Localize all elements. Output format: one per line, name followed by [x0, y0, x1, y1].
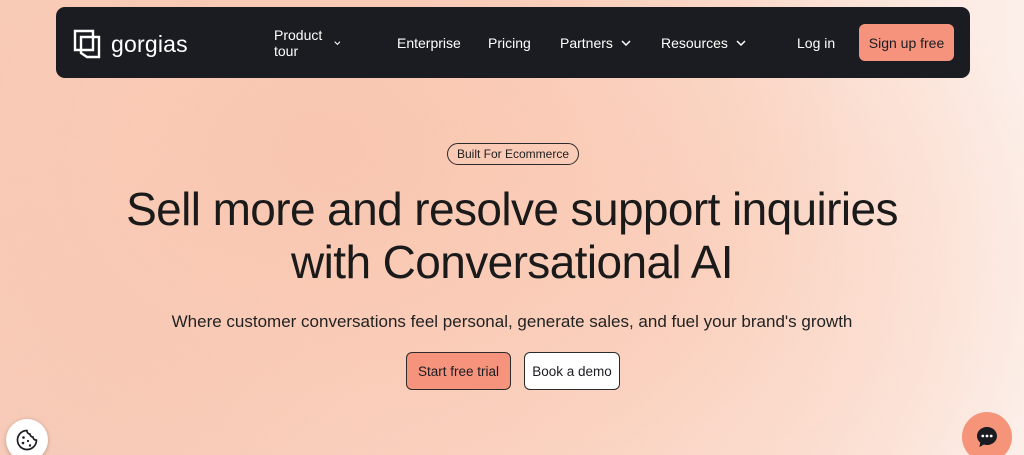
chat-launcher-button[interactable]	[962, 412, 1012, 455]
hero-badge: Built For Ecommerce	[447, 143, 579, 165]
brand-logo[interactable]: gorgias	[73, 29, 188, 59]
nav-item-label: Product tour	[274, 26, 323, 59]
nav-item-label: Partners	[560, 34, 613, 51]
gorgias-logo-icon	[73, 29, 101, 59]
book-demo-button[interactable]: Book a demo	[524, 352, 620, 390]
nav-item-label: Enterprise	[397, 34, 461, 51]
top-navbar: gorgias Product tour Enterprise Pricing …	[56, 7, 970, 78]
nav-item-label: Resources	[661, 34, 728, 51]
hero-headline-line-1: Sell more and resolve support inquiries	[126, 183, 898, 235]
nav-item-pricing[interactable]: Pricing	[488, 35, 531, 51]
cookie-settings-button[interactable]	[6, 419, 48, 455]
signup-button[interactable]: Sign up free	[859, 24, 954, 61]
chat-icon	[977, 427, 997, 447]
cookie-icon	[16, 429, 38, 451]
start-free-trial-button[interactable]: Start free trial	[406, 352, 511, 390]
chevron-down-icon	[736, 39, 746, 46]
hero-subheadline: Where customer conversations feel person…	[171, 312, 853, 331]
nav-item-partners[interactable]: Partners	[560, 35, 631, 51]
chevron-down-icon	[333, 40, 340, 45]
nav-item-product-tour[interactable]: Product tour	[274, 27, 340, 59]
hero-headline: Sell more and resolve support inquiries …	[0, 183, 1024, 289]
nav-item-resources[interactable]: Resources	[661, 35, 746, 51]
nav-item-enterprise[interactable]: Enterprise	[397, 35, 461, 51]
chevron-down-icon	[621, 39, 631, 46]
login-link[interactable]: Log in	[797, 7, 835, 78]
hero-headline-line-2: with Conversational AI	[291, 236, 734, 288]
brand-name: gorgias	[111, 30, 188, 57]
nav-item-label: Pricing	[488, 34, 531, 51]
